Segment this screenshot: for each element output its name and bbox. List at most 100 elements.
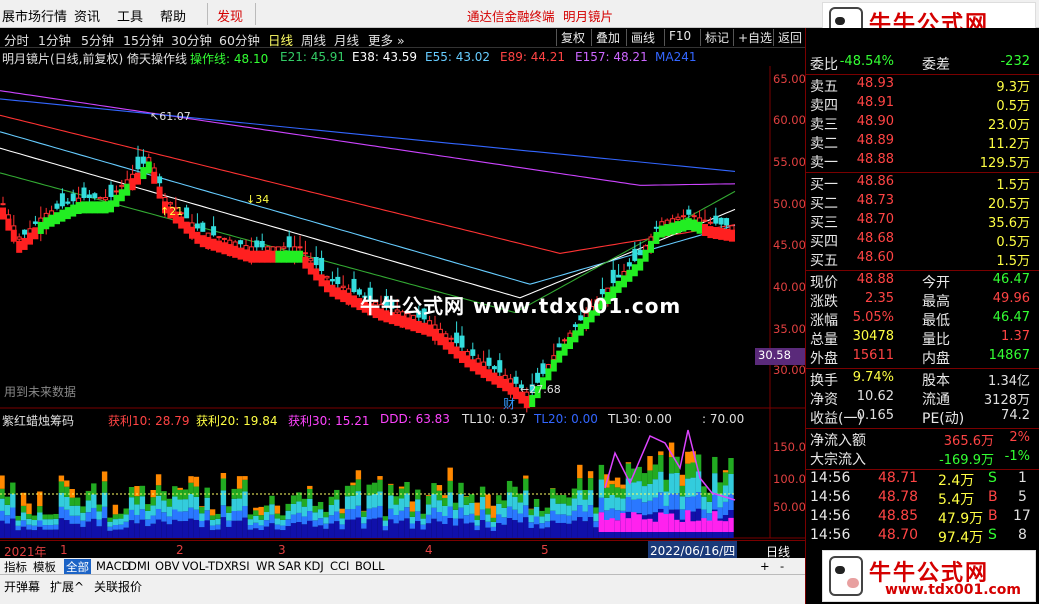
- operation-line-segment: [307, 262, 314, 275]
- candle-body: [324, 275, 330, 279]
- period-tab[interactable]: 5分钟: [81, 30, 114, 49]
- chip-bar-segment: [26, 524, 32, 530]
- ask-row[interactable]: 卖二 48.89 11.2万: [808, 133, 1034, 152]
- operation-line-segment: [32, 227, 39, 240]
- ask-row[interactable]: 卖五 48.93 9.3万: [808, 76, 1034, 95]
- bid-row[interactable]: 买五 48.60 1.5万: [808, 250, 1034, 269]
- chip-bar-segment: [10, 482, 16, 494]
- tab-indicator[interactable]: 指标: [4, 559, 27, 575]
- menu-tools[interactable]: 工具: [117, 6, 143, 25]
- period-more[interactable]: 更多 »: [368, 30, 405, 49]
- operation-line-segment: [729, 229, 735, 242]
- toolbar-draw[interactable]: 画线: [626, 29, 655, 46]
- ask-row[interactable]: 卖四 48.91 0.5万: [808, 95, 1034, 114]
- ask-volume: 129.5万: [979, 156, 1030, 171]
- period-tab-active[interactable]: 日线: [268, 30, 293, 49]
- tab-vol-tdx[interactable]: VOL-TDX: [182, 559, 232, 573]
- related-quote-button[interactable]: 关联报价: [94, 578, 142, 595]
- chip-bar-segment: [523, 478, 529, 491]
- zoom-in-button[interactable]: +: [760, 559, 770, 573]
- chip-bar-segment: [31, 525, 38, 531]
- toolbar-f10[interactable]: F10: [664, 29, 691, 46]
- legend-profit10: 获利10: 28.79: [108, 414, 190, 428]
- tab-boll[interactable]: BOLL: [355, 559, 385, 573]
- chip-bar-segment: [598, 479, 605, 498]
- menu-discover[interactable]: 发现: [217, 6, 243, 25]
- chip-bar-segment: [496, 495, 502, 504]
- indicator-tab-bar: 指标 模板 全部 MACD DMI OBV VOL-TDX RSI WR SAR…: [0, 558, 805, 575]
- chip-bar-segment: [85, 512, 92, 522]
- chip-bar-segment: [641, 502, 648, 516]
- period-tab[interactable]: 60分钟: [219, 30, 260, 49]
- operation-line-segment: [97, 201, 104, 214]
- tab-dmi[interactable]: DMI: [128, 559, 150, 573]
- bid-row[interactable]: 买四 48.68 0.5万: [808, 231, 1034, 250]
- price-axis-label: 35.00: [773, 322, 806, 336]
- zoom-out-button[interactable]: -: [780, 559, 784, 573]
- period-tab[interactable]: 15分钟: [123, 30, 164, 49]
- operation-line-segment: [318, 274, 325, 287]
- chip-bar-segment: [695, 492, 702, 509]
- menu-market[interactable]: 展市场行情: [2, 6, 67, 25]
- tab-rsi[interactable]: RSI: [231, 559, 250, 573]
- chip-bar-segment: [350, 519, 356, 538]
- period-tab[interactable]: 月线: [334, 30, 359, 49]
- chip-bar-segment: [517, 522, 524, 538]
- chip-bar-segment: [604, 510, 610, 521]
- bid-row[interactable]: 买三 48.70 35.6万: [808, 212, 1034, 231]
- operation-line-segment: [183, 221, 190, 234]
- tab-obv[interactable]: OBV: [155, 559, 179, 573]
- ask-row[interactable]: 卖一 48.88 129.5万: [808, 152, 1034, 171]
- chip-bar-segment: [290, 495, 297, 504]
- tab-sar[interactable]: SAR: [278, 559, 301, 573]
- time-axis-month: 2: [176, 543, 184, 557]
- chip-bar-segment: [64, 486, 70, 497]
- operation-line-segment: [502, 379, 509, 392]
- chip-bar-segment: [263, 505, 270, 513]
- finance-marker[interactable]: 财: [503, 395, 515, 412]
- ask-price: 48.90: [856, 114, 894, 129]
- flow-pct: 2%: [1009, 430, 1030, 445]
- chip-bar-segment: [31, 530, 38, 538]
- tab-kdj[interactable]: KDJ: [304, 559, 324, 573]
- toolbar-mark[interactable]: 标记: [700, 29, 729, 46]
- chip-bar-segment: [317, 509, 324, 519]
- chip-bar-segment: [452, 518, 459, 526]
- chip-bar-segment: [652, 521, 659, 532]
- chip-bar-segment: [128, 520, 135, 538]
- menu-news[interactable]: 资讯: [74, 6, 100, 25]
- tab-macd[interactable]: MACD: [96, 559, 130, 573]
- chip-bar-segment: [555, 503, 561, 515]
- toolbar-back[interactable]: 返回: [773, 29, 802, 46]
- bid-row[interactable]: 买一 48.86 1.5万: [808, 174, 1034, 193]
- period-tab[interactable]: 周线: [301, 30, 326, 49]
- bid-row[interactable]: 买二 48.73 20.5万: [808, 193, 1034, 212]
- tab-wr[interactable]: WR: [256, 559, 275, 573]
- period-tab[interactable]: 30分钟: [171, 30, 212, 49]
- ask-price: 48.89: [856, 133, 894, 148]
- expand-button[interactable]: 扩展^: [50, 578, 84, 595]
- tab-cci[interactable]: CCI: [330, 559, 349, 573]
- chip-bar-segment: [685, 510, 691, 532]
- chip-bar-segment: [182, 499, 189, 512]
- operation-line-segment: [145, 161, 152, 174]
- toolbar-add-favorite[interactable]: +自选: [733, 29, 772, 46]
- tab-template[interactable]: 模板: [33, 559, 56, 575]
- chip-bar-segment: [512, 486, 518, 497]
- tick-price: 48.70: [878, 527, 919, 543]
- danmaku-button[interactable]: 开弹幕: [4, 578, 40, 595]
- tab-all[interactable]: 全部: [64, 559, 91, 575]
- chip-bar-segment: [695, 520, 702, 532]
- menu-help[interactable]: 帮助: [160, 6, 186, 25]
- operation-line-segment: [59, 209, 66, 222]
- operation-line-segment: [0, 207, 6, 220]
- period-tab[interactable]: 1分钟: [38, 30, 71, 49]
- ask-row[interactable]: 卖三 48.90 23.0万: [808, 114, 1034, 133]
- candle-body: [454, 332, 460, 344]
- chip-bar-segment: [123, 508, 129, 515]
- toolbar-fuquan[interactable]: 复权: [556, 29, 585, 46]
- period-tab[interactable]: 分时: [4, 30, 29, 49]
- toolbar-overlay[interactable]: 叠加: [591, 29, 620, 46]
- chip-bar-segment: [107, 521, 113, 527]
- chip-bar-segment: [663, 514, 669, 532]
